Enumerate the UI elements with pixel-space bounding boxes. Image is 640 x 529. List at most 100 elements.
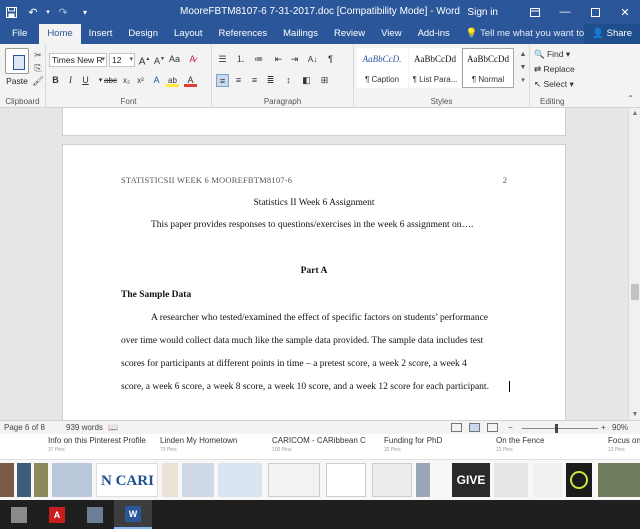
page-count[interactable]: Page 6 of 8 xyxy=(4,423,45,432)
styles-scroll[interactable]: ▲ ▼ ▾ xyxy=(518,48,528,88)
scroll-up-icon[interactable]: ▲ xyxy=(629,110,640,117)
justify-icon[interactable]: ≣ xyxy=(264,74,277,87)
board-title[interactable]: CARICOM - CARibbean C xyxy=(272,436,366,445)
pin-thumbnail[interactable] xyxy=(494,463,528,497)
shading-icon[interactable]: ◧ xyxy=(300,74,313,87)
show-formatting-marks-icon[interactable]: ¶ xyxy=(324,53,337,66)
decrease-indent-icon[interactable]: ⇤ xyxy=(272,53,285,66)
tab-references[interactable]: References xyxy=(211,24,276,44)
pin-thumbnail[interactable] xyxy=(598,463,640,497)
pin-thumbnail[interactable] xyxy=(416,463,430,497)
save-icon[interactable] xyxy=(0,0,22,24)
tab-file[interactable]: File xyxy=(0,24,39,44)
proofing-icon[interactable]: 📖 xyxy=(108,423,118,432)
clear-formatting-icon[interactable]: A̷ xyxy=(186,53,199,66)
share-button[interactable]: 👤 Share xyxy=(584,24,640,44)
font-family-combo[interactable]: Times New R ▾ xyxy=(49,53,107,67)
pin-thumbnail[interactable] xyxy=(268,463,320,497)
copy-icon[interactable]: ⎘ xyxy=(32,63,44,74)
word-count[interactable]: 939 words xyxy=(66,423,103,432)
pin-thumbnail[interactable]: GIVE xyxy=(452,463,490,497)
bold-icon[interactable]: B xyxy=(49,74,62,87)
document-page[interactable]: STATISTICSII WEEK 6 MOOREFBTM8107-6 2 St… xyxy=(62,144,566,420)
cut-icon[interactable]: ✂ xyxy=(32,50,44,61)
pin-thumbnail[interactable] xyxy=(162,463,178,497)
line-spacing-icon[interactable]: ↕ xyxy=(282,74,295,87)
vertical-scrollbar[interactable]: ▲ ▼ xyxy=(628,108,640,420)
customize-toolbar-icon[interactable]: ▾ xyxy=(74,0,96,24)
tab-layout[interactable]: Layout xyxy=(166,24,211,44)
style-caption[interactable]: AaBbCcD. ¶ Caption xyxy=(356,48,408,88)
undo-dropdown-icon[interactable]: ▾ xyxy=(44,0,52,24)
pin-thumbnail[interactable] xyxy=(534,463,562,497)
document-canvas[interactable]: STATISTICSII WEEK 6 MOOREFBTM8107-6 2 St… xyxy=(0,108,628,420)
board-title[interactable]: Linden My Hometown xyxy=(160,436,237,445)
numbering-icon[interactable]: ⒈ xyxy=(234,53,247,66)
select-button[interactable]: ↖ Select ▾ xyxy=(534,79,574,90)
tab-view[interactable]: View xyxy=(373,24,409,44)
tab-review[interactable]: Review xyxy=(326,24,373,44)
bullets-icon[interactable]: ☰ xyxy=(216,53,229,66)
align-right-icon[interactable]: ≡ xyxy=(248,74,261,87)
zoom-out-icon[interactable]: − xyxy=(508,423,513,432)
pin-thumbnail[interactable] xyxy=(17,463,31,497)
scroll-thumb[interactable] xyxy=(631,284,639,300)
read-mode-icon[interactable] xyxy=(451,423,462,432)
pin-thumbnail[interactable] xyxy=(372,463,412,497)
tab-insert[interactable]: Insert xyxy=(81,24,121,44)
underline-icon[interactable]: U xyxy=(79,74,92,87)
sign-in-link[interactable]: Sign in xyxy=(467,7,498,18)
web-layout-icon[interactable] xyxy=(487,423,498,432)
zoom-slider-thumb[interactable] xyxy=(555,424,558,433)
shrink-font-icon[interactable]: A▼ xyxy=(153,53,166,66)
paste-button[interactable]: Paste xyxy=(4,48,30,86)
font-size-combo[interactable]: 12 ▾ xyxy=(109,53,135,67)
taskbar-app-word[interactable]: W xyxy=(114,500,152,529)
tab-mailings[interactable]: Mailings xyxy=(275,24,326,44)
pin-thumbnail[interactable]: N CARI xyxy=(96,463,158,497)
strikethrough-icon[interactable]: abc xyxy=(104,74,117,87)
italic-icon[interactable]: I xyxy=(64,74,77,87)
redo-icon[interactable]: ↷ xyxy=(52,0,74,24)
pin-thumbnail[interactable] xyxy=(218,463,262,497)
board-title[interactable]: Funding for PhD xyxy=(384,436,442,445)
more-styles-icon[interactable]: ▾ xyxy=(518,74,528,87)
tab-add-ins[interactable]: Add-ins xyxy=(410,24,458,44)
taskbar-app[interactable] xyxy=(76,500,114,529)
pin-thumbnail[interactable] xyxy=(0,463,14,497)
tell-me-box[interactable]: 💡 Tell me what you want to do xyxy=(466,24,598,44)
text-effects-icon[interactable]: A xyxy=(150,74,163,87)
replace-button[interactable]: ⇄ Replace xyxy=(534,64,575,75)
increase-indent-icon[interactable]: ⇥ xyxy=(288,53,301,66)
pin-thumbnail[interactable] xyxy=(34,463,48,497)
font-color-icon[interactable]: A xyxy=(184,74,197,87)
undo-icon[interactable]: ↶ xyxy=(22,0,44,24)
minimize-icon[interactable]: — xyxy=(550,0,580,24)
sort-icon[interactable]: A↓ xyxy=(306,53,319,66)
pin-thumbnail[interactable] xyxy=(566,463,592,497)
close-icon[interactable]: ✕ xyxy=(610,0,640,24)
board-title[interactable]: Info on this Pinterest Profile xyxy=(48,436,146,445)
format-painter-icon[interactable]: 🖌 xyxy=(32,76,44,87)
change-case-icon[interactable]: Aa xyxy=(168,53,181,66)
tab-home[interactable]: Home xyxy=(39,24,81,44)
tab-design[interactable]: Design xyxy=(120,24,166,44)
subscript-icon[interactable]: x₂ xyxy=(120,74,133,87)
ribbon-display-options-icon[interactable] xyxy=(520,0,550,24)
multilevel-list-icon[interactable]: ≔ xyxy=(252,53,265,66)
pin-thumbnail[interactable] xyxy=(182,463,214,497)
board-title[interactable]: On the Fence xyxy=(496,436,544,445)
superscript-icon[interactable]: x² xyxy=(134,74,147,87)
pin-thumbnail[interactable] xyxy=(326,463,366,497)
zoom-slider[interactable] xyxy=(522,428,598,429)
maximize-icon[interactable] xyxy=(580,0,610,24)
chevron-up-icon[interactable]: ▲ xyxy=(518,48,528,61)
style-list-paragraph[interactable]: AaBbCcDd ¶ List Para... xyxy=(409,48,461,88)
grow-font-icon[interactable]: A▲ xyxy=(138,53,151,67)
chevron-down-icon[interactable]: ▼ xyxy=(518,61,528,74)
print-layout-icon[interactable] xyxy=(469,423,480,432)
borders-icon[interactable]: ⊞ xyxy=(318,74,331,87)
collapse-ribbon-icon[interactable]: ⌃ xyxy=(627,94,634,103)
scroll-down-icon[interactable]: ▼ xyxy=(629,411,640,418)
zoom-level[interactable]: 90% xyxy=(612,423,628,432)
